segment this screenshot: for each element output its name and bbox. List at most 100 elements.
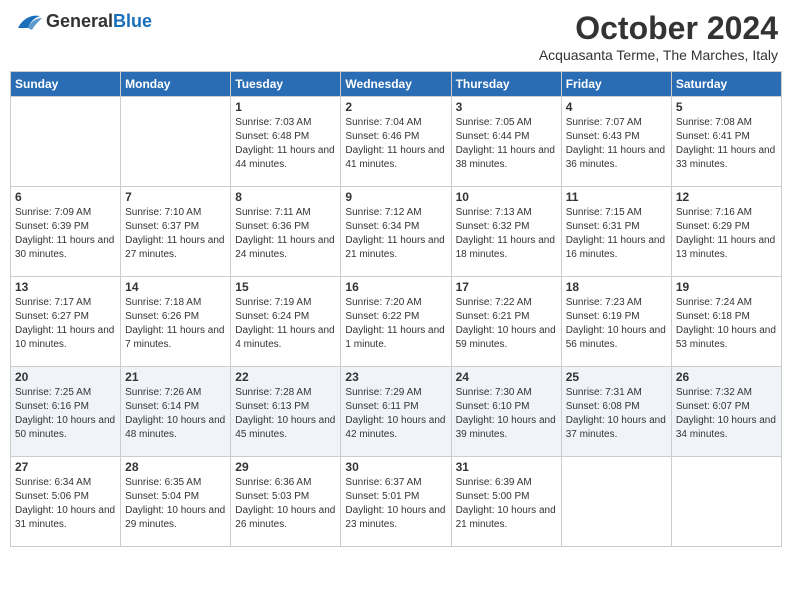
- calendar-day-cell: 23 Sunrise: 7:29 AMSunset: 6:11 PMDaylig…: [341, 367, 451, 457]
- calendar-week-row: 6 Sunrise: 7:09 AMSunset: 6:39 PMDayligh…: [11, 187, 782, 277]
- day-detail: Sunrise: 7:20 AMSunset: 6:22 PMDaylight:…: [345, 296, 446, 352]
- logo: GeneralBlue: [14, 10, 152, 32]
- day-detail: Sunrise: 7:15 AMSunset: 6:31 PMDaylight:…: [566, 206, 667, 262]
- day-detail: Sunrise: 7:19 AMSunset: 6:24 PMDaylight:…: [235, 296, 336, 352]
- calendar-day-cell: 6 Sunrise: 7:09 AMSunset: 6:39 PMDayligh…: [11, 187, 121, 277]
- weekday-header-cell: Tuesday: [231, 72, 341, 97]
- day-number: 12: [676, 190, 777, 204]
- day-number: 15: [235, 280, 336, 294]
- day-detail: Sunrise: 6:36 AMSunset: 5:03 PMDaylight:…: [235, 476, 336, 532]
- weekday-header-cell: Wednesday: [341, 72, 451, 97]
- day-detail: Sunrise: 7:22 AMSunset: 6:21 PMDaylight:…: [456, 296, 557, 352]
- day-detail: Sunrise: 7:13 AMSunset: 6:32 PMDaylight:…: [456, 206, 557, 262]
- day-detail: Sunrise: 7:05 AMSunset: 6:44 PMDaylight:…: [456, 116, 557, 172]
- calendar-day-cell: 26 Sunrise: 7:32 AMSunset: 6:07 PMDaylig…: [671, 367, 781, 457]
- day-detail: Sunrise: 7:32 AMSunset: 6:07 PMDaylight:…: [676, 386, 777, 442]
- calendar-day-cell: 1 Sunrise: 7:03 AMSunset: 6:48 PMDayligh…: [231, 97, 341, 187]
- calendar-day-cell: 20 Sunrise: 7:25 AMSunset: 6:16 PMDaylig…: [11, 367, 121, 457]
- calendar-day-cell: 2 Sunrise: 7:04 AMSunset: 6:46 PMDayligh…: [341, 97, 451, 187]
- calendar-week-row: 1 Sunrise: 7:03 AMSunset: 6:48 PMDayligh…: [11, 97, 782, 187]
- day-number: 22: [235, 370, 336, 384]
- day-number: 11: [566, 190, 667, 204]
- day-detail: Sunrise: 7:31 AMSunset: 6:08 PMDaylight:…: [566, 386, 667, 442]
- calendar-day-cell: 27 Sunrise: 6:34 AMSunset: 5:06 PMDaylig…: [11, 457, 121, 547]
- day-detail: Sunrise: 7:26 AMSunset: 6:14 PMDaylight:…: [125, 386, 226, 442]
- day-detail: Sunrise: 7:09 AMSunset: 6:39 PMDaylight:…: [15, 206, 116, 262]
- logo-text: GeneralBlue: [46, 11, 152, 32]
- day-number: 6: [15, 190, 116, 204]
- day-number: 4: [566, 100, 667, 114]
- calendar-day-cell: 31 Sunrise: 6:39 AMSunset: 5:00 PMDaylig…: [451, 457, 561, 547]
- day-detail: Sunrise: 7:17 AMSunset: 6:27 PMDaylight:…: [15, 296, 116, 352]
- day-detail: Sunrise: 7:24 AMSunset: 6:18 PMDaylight:…: [676, 296, 777, 352]
- calendar-week-row: 20 Sunrise: 7:25 AMSunset: 6:16 PMDaylig…: [11, 367, 782, 457]
- title-area: October 2024 Acquasanta Terme, The March…: [539, 10, 778, 63]
- calendar-week-row: 27 Sunrise: 6:34 AMSunset: 5:06 PMDaylig…: [11, 457, 782, 547]
- day-detail: Sunrise: 7:03 AMSunset: 6:48 PMDaylight:…: [235, 116, 336, 172]
- day-number: 24: [456, 370, 557, 384]
- calendar-day-cell: 5 Sunrise: 7:08 AMSunset: 6:41 PMDayligh…: [671, 97, 781, 187]
- day-number: 1: [235, 100, 336, 114]
- calendar-day-cell: 16 Sunrise: 7:20 AMSunset: 6:22 PMDaylig…: [341, 277, 451, 367]
- calendar-week-row: 13 Sunrise: 7:17 AMSunset: 6:27 PMDaylig…: [11, 277, 782, 367]
- day-detail: Sunrise: 7:07 AMSunset: 6:43 PMDaylight:…: [566, 116, 667, 172]
- day-number: 28: [125, 460, 226, 474]
- day-number: 20: [15, 370, 116, 384]
- calendar-day-cell: 11 Sunrise: 7:15 AMSunset: 6:31 PMDaylig…: [561, 187, 671, 277]
- day-number: 18: [566, 280, 667, 294]
- calendar-day-cell: 25 Sunrise: 7:31 AMSunset: 6:08 PMDaylig…: [561, 367, 671, 457]
- calendar-day-cell: 30 Sunrise: 6:37 AMSunset: 5:01 PMDaylig…: [341, 457, 451, 547]
- calendar-day-cell: 8 Sunrise: 7:11 AMSunset: 6:36 PMDayligh…: [231, 187, 341, 277]
- weekday-header-cell: Saturday: [671, 72, 781, 97]
- day-number: 3: [456, 100, 557, 114]
- day-detail: Sunrise: 6:37 AMSunset: 5:01 PMDaylight:…: [345, 476, 446, 532]
- calendar-day-cell: 7 Sunrise: 7:10 AMSunset: 6:37 PMDayligh…: [121, 187, 231, 277]
- calendar-day-cell: 22 Sunrise: 7:28 AMSunset: 6:13 PMDaylig…: [231, 367, 341, 457]
- header: GeneralBlue October 2024 Acquasanta Term…: [10, 10, 782, 63]
- day-number: 21: [125, 370, 226, 384]
- day-detail: Sunrise: 7:16 AMSunset: 6:29 PMDaylight:…: [676, 206, 777, 262]
- weekday-header-cell: Friday: [561, 72, 671, 97]
- day-number: 31: [456, 460, 557, 474]
- calendar-day-cell: [121, 97, 231, 187]
- calendar-body: 1 Sunrise: 7:03 AMSunset: 6:48 PMDayligh…: [11, 97, 782, 547]
- day-detail: Sunrise: 7:12 AMSunset: 6:34 PMDaylight:…: [345, 206, 446, 262]
- calendar-day-cell: 4 Sunrise: 7:07 AMSunset: 6:43 PMDayligh…: [561, 97, 671, 187]
- weekday-header-cell: Sunday: [11, 72, 121, 97]
- day-number: 17: [456, 280, 557, 294]
- day-detail: Sunrise: 7:29 AMSunset: 6:11 PMDaylight:…: [345, 386, 446, 442]
- calendar-day-cell: 10 Sunrise: 7:13 AMSunset: 6:32 PMDaylig…: [451, 187, 561, 277]
- logo-general: General: [46, 11, 113, 31]
- day-number: 10: [456, 190, 557, 204]
- day-number: 14: [125, 280, 226, 294]
- day-detail: Sunrise: 7:18 AMSunset: 6:26 PMDaylight:…: [125, 296, 226, 352]
- day-number: 19: [676, 280, 777, 294]
- day-number: 23: [345, 370, 446, 384]
- calendar-day-cell: [671, 457, 781, 547]
- day-detail: Sunrise: 7:25 AMSunset: 6:16 PMDaylight:…: [15, 386, 116, 442]
- day-number: 26: [676, 370, 777, 384]
- day-detail: Sunrise: 7:11 AMSunset: 6:36 PMDaylight:…: [235, 206, 336, 262]
- day-number: 2: [345, 100, 446, 114]
- calendar-day-cell: 12 Sunrise: 7:16 AMSunset: 6:29 PMDaylig…: [671, 187, 781, 277]
- location-title: Acquasanta Terme, The Marches, Italy: [539, 47, 778, 63]
- day-number: 30: [345, 460, 446, 474]
- day-detail: Sunrise: 7:28 AMSunset: 6:13 PMDaylight:…: [235, 386, 336, 442]
- month-title: October 2024: [539, 10, 778, 47]
- day-number: 29: [235, 460, 336, 474]
- calendar-day-cell: 13 Sunrise: 7:17 AMSunset: 6:27 PMDaylig…: [11, 277, 121, 367]
- calendar-day-cell: 29 Sunrise: 6:36 AMSunset: 5:03 PMDaylig…: [231, 457, 341, 547]
- day-detail: Sunrise: 7:08 AMSunset: 6:41 PMDaylight:…: [676, 116, 777, 172]
- calendar-day-cell: 9 Sunrise: 7:12 AMSunset: 6:34 PMDayligh…: [341, 187, 451, 277]
- calendar-day-cell: [561, 457, 671, 547]
- logo-blue: Blue: [113, 11, 152, 31]
- calendar-day-cell: 15 Sunrise: 7:19 AMSunset: 6:24 PMDaylig…: [231, 277, 341, 367]
- weekday-header-cell: Monday: [121, 72, 231, 97]
- weekday-header-cell: Thursday: [451, 72, 561, 97]
- day-detail: Sunrise: 7:04 AMSunset: 6:46 PMDaylight:…: [345, 116, 446, 172]
- calendar-day-cell: 3 Sunrise: 7:05 AMSunset: 6:44 PMDayligh…: [451, 97, 561, 187]
- day-number: 27: [15, 460, 116, 474]
- calendar-day-cell: 19 Sunrise: 7:24 AMSunset: 6:18 PMDaylig…: [671, 277, 781, 367]
- day-number: 13: [15, 280, 116, 294]
- calendar-day-cell: 17 Sunrise: 7:22 AMSunset: 6:21 PMDaylig…: [451, 277, 561, 367]
